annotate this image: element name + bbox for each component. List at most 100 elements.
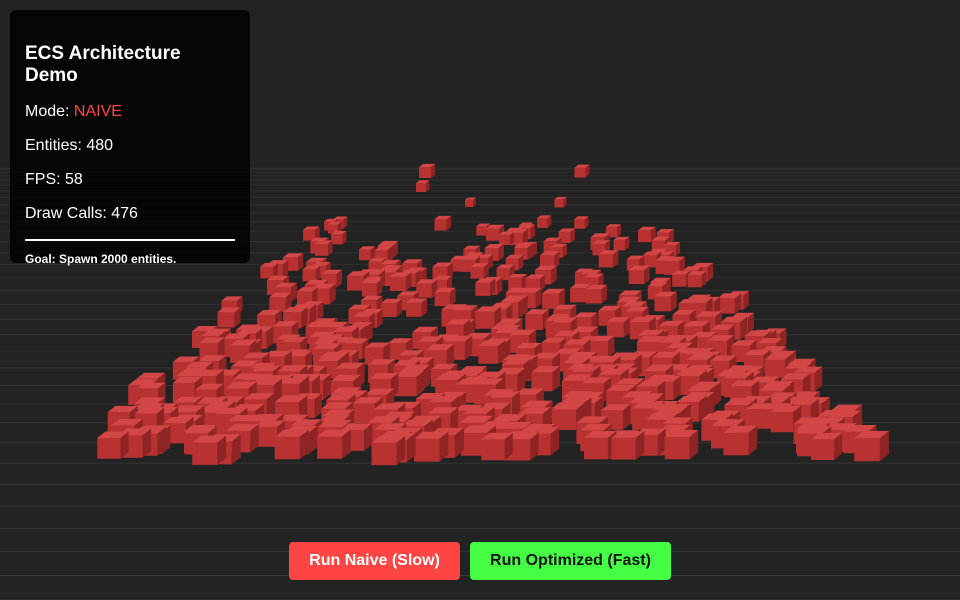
entity-cube xyxy=(465,197,476,207)
entity-cube xyxy=(470,263,489,279)
entity-cube xyxy=(331,230,347,245)
cube-front-face xyxy=(770,412,794,433)
entity-cube xyxy=(811,432,843,460)
cube-front-face xyxy=(606,321,624,338)
cube-front-face xyxy=(537,218,548,228)
cube-front-face xyxy=(542,293,559,309)
cube-front-face xyxy=(525,314,543,330)
entity-cube xyxy=(481,432,513,461)
fps-stat: FPS: 58 xyxy=(25,171,235,189)
cube-front-face xyxy=(664,437,690,460)
cube-front-face xyxy=(97,438,121,459)
entity-cube xyxy=(192,435,227,465)
draw-calls-label: Draw Calls: xyxy=(25,205,112,222)
entity-cube xyxy=(508,274,527,291)
entity-cube xyxy=(97,431,129,459)
cube-front-face xyxy=(416,183,426,192)
cube-front-face xyxy=(764,359,785,378)
draw-calls-stat: Draw Calls: 476 xyxy=(25,205,235,223)
cube-front-face xyxy=(314,244,328,256)
entities-label: Entities: xyxy=(25,137,87,154)
cube-front-face xyxy=(570,288,586,303)
cube-front-face xyxy=(598,254,614,268)
goal-text: Goal: Spawn 2000 entities. xyxy=(25,252,177,266)
entity-cube xyxy=(371,435,406,466)
draw-calls-value: 476 xyxy=(111,205,138,222)
mode-label: Mode: xyxy=(25,103,74,120)
cube-front-face xyxy=(485,228,500,241)
entity-cube xyxy=(723,425,758,456)
entity-cube xyxy=(359,246,375,261)
entity-cube xyxy=(554,196,567,208)
entity-cube xyxy=(475,278,496,296)
cube-front-face xyxy=(434,292,451,307)
entity-cube xyxy=(394,370,425,397)
entity-cube xyxy=(498,231,515,245)
cube-front-face xyxy=(434,219,447,231)
cube-front-face xyxy=(654,296,671,312)
cube-front-face xyxy=(554,199,564,208)
mode-value: NAIVE xyxy=(73,103,122,120)
cube-front-face xyxy=(475,311,495,329)
cube-front-face xyxy=(260,266,274,279)
cube-front-face xyxy=(584,437,608,460)
entity-cube xyxy=(314,240,333,256)
entity-cube xyxy=(361,279,382,297)
cube-front-face xyxy=(638,230,652,243)
entity-cube xyxy=(525,309,550,330)
cube-front-face xyxy=(481,439,505,461)
entity-cube xyxy=(598,250,619,268)
entity-cube xyxy=(664,430,699,460)
entity-cube xyxy=(217,307,241,328)
cube-front-face xyxy=(406,302,422,317)
cube-front-face xyxy=(217,312,235,328)
entity-cube xyxy=(531,366,561,392)
cube-front-face xyxy=(331,234,343,245)
cube-front-face xyxy=(465,199,473,207)
cube-front-face xyxy=(687,275,702,288)
entity-cube xyxy=(606,317,630,338)
controls-bar: Run Naive (Slow) Run Optimized (Fast) xyxy=(0,542,960,580)
cube-front-face xyxy=(274,436,300,460)
fps-label: FPS: xyxy=(25,171,66,188)
stats-panel: ECS Architecture Demo Mode: NAIVE Entiti… xyxy=(10,10,250,266)
cube-front-face xyxy=(361,283,377,297)
cube-front-face xyxy=(717,298,735,314)
cube-front-face xyxy=(269,297,286,312)
run-optimized-button[interactable]: Run Optimized (Fast) xyxy=(470,542,671,580)
cube-front-face xyxy=(672,274,686,287)
entity-cube xyxy=(687,271,707,288)
cube-front-face xyxy=(613,239,626,251)
run-naive-button[interactable]: Run Naive (Slow) xyxy=(289,542,460,580)
entity-cube xyxy=(406,298,428,317)
cube-front-face xyxy=(723,432,749,456)
entity-cube xyxy=(416,180,430,192)
cube-front-face xyxy=(381,303,397,317)
cube-front-face xyxy=(419,167,431,178)
entities-value: 480 xyxy=(86,137,114,154)
cube-front-face xyxy=(371,442,397,466)
entity-cube xyxy=(537,215,552,228)
cube-front-face xyxy=(475,282,490,296)
entity-cube xyxy=(584,431,617,460)
cube-front-face xyxy=(414,438,440,462)
mode-stat: Mode: NAIVE xyxy=(25,103,235,121)
panel-divider xyxy=(25,239,235,241)
entities-stat: Entities: 480 xyxy=(25,137,235,155)
entity-cube xyxy=(434,215,452,231)
cube-front-face xyxy=(390,276,406,291)
cube-front-face xyxy=(476,226,487,236)
cube-front-face xyxy=(359,249,371,261)
cube-front-face xyxy=(531,372,553,392)
entity-cube xyxy=(317,429,351,459)
cube-front-face xyxy=(498,234,511,245)
cube-front-face xyxy=(585,289,602,304)
entity-cube xyxy=(574,164,590,178)
entity-cube xyxy=(434,287,456,307)
entity-cube xyxy=(302,265,321,282)
entity-cube xyxy=(274,429,309,460)
entity-cube xyxy=(478,340,506,364)
cube-front-face xyxy=(302,269,316,282)
cube-front-face xyxy=(478,345,499,364)
entity-cube xyxy=(717,293,741,314)
